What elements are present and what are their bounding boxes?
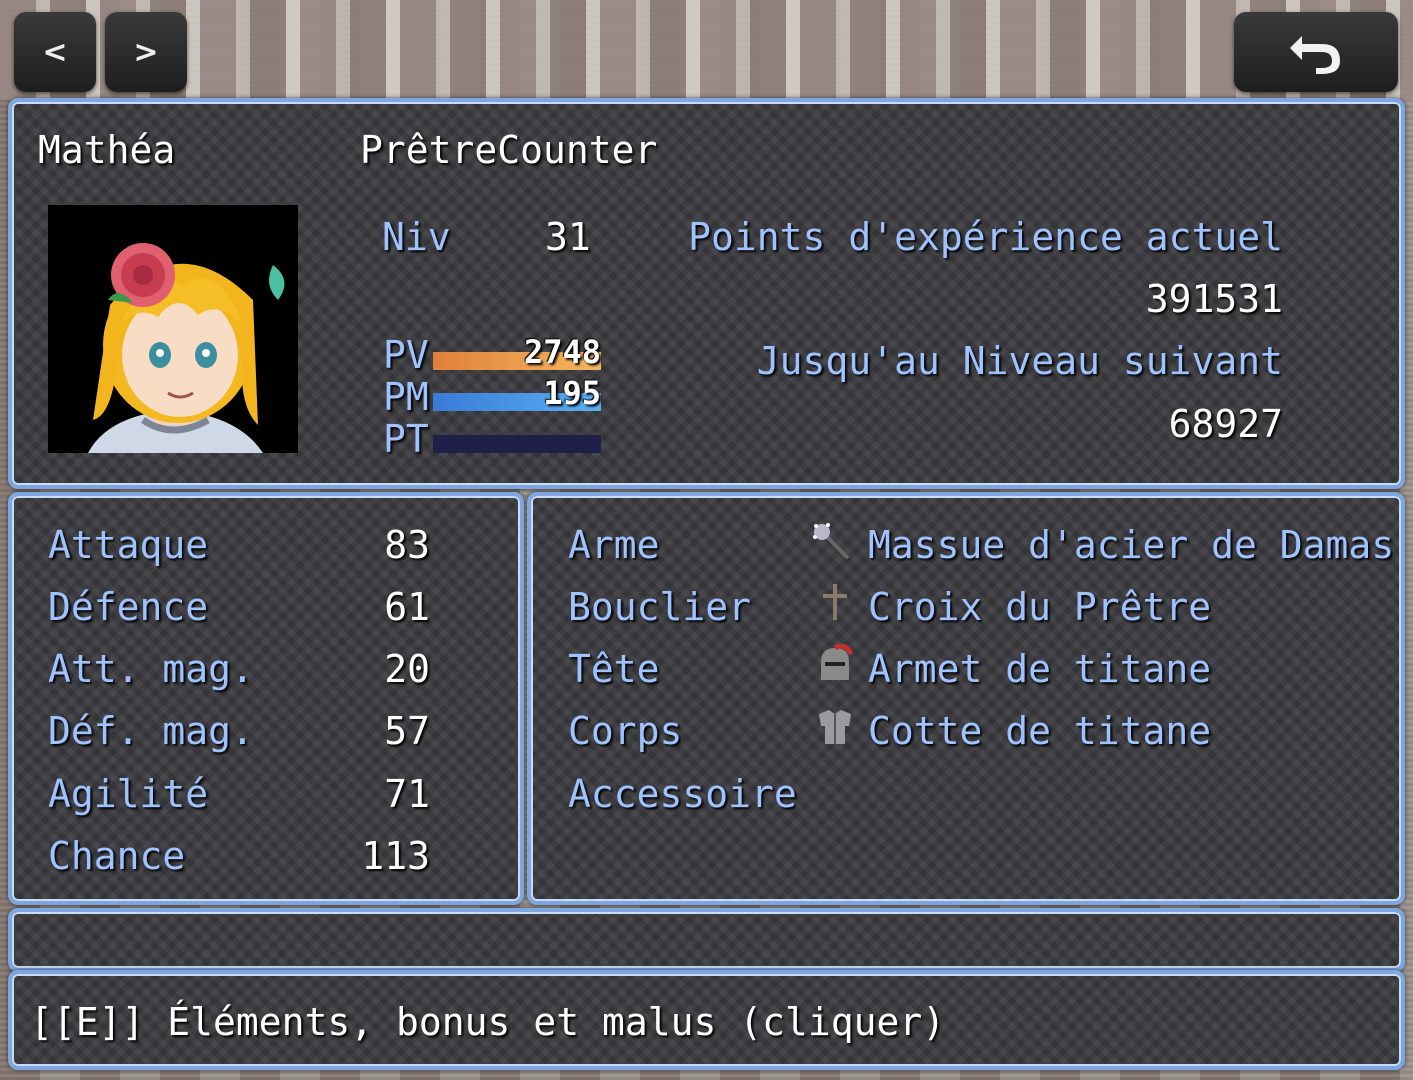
exp-value: 391531 (1145, 277, 1283, 321)
equip-item-name: Armet de titane (868, 647, 1212, 691)
helmet-icon (821, 644, 854, 680)
mp-value: 195 (543, 374, 601, 412)
param-label: Att. mag. (48, 647, 254, 691)
equip-item-name: Croix du Prêtre (868, 585, 1212, 629)
param-label: Attaque (48, 523, 209, 567)
param-value: 61 (384, 585, 430, 629)
next-level-label: Jusqu'au Niveau suivant (756, 339, 1283, 383)
help-text[interactable]: [[E]] Éléments, bonus et malus (cliquer) (30, 1003, 945, 1041)
equip-slot-label: Arme (568, 523, 660, 567)
param-label: Chance (48, 834, 186, 878)
param-label: Agilité (48, 772, 209, 816)
exp-label: Points d'expérience actuel (688, 215, 1283, 259)
equip-slot-label: Accessoire (568, 772, 797, 816)
actor-class: PrêtreCounter (360, 128, 658, 172)
equip-item-name: Cotte de titane (868, 709, 1212, 753)
param-label: Déf. mag. (48, 709, 254, 753)
tp-gauge (433, 435, 601, 453)
param-value: 57 (384, 709, 430, 753)
equip-item-name: Massue d'acier de Damas (868, 523, 1395, 567)
cross-icon (823, 584, 847, 620)
armor-icon (819, 710, 851, 744)
param-value: 113 (361, 834, 430, 878)
next-actor-button[interactable]: > (105, 12, 187, 92)
prev-actor-button[interactable]: < (14, 12, 96, 92)
mace-icon (813, 523, 850, 560)
equip-slot-label: Corps (568, 709, 683, 753)
actor-name: Mathéa (38, 128, 176, 172)
mp-label: PM (383, 375, 429, 419)
tp-label: PT (383, 417, 429, 461)
param-value: 83 (384, 523, 430, 567)
hp-label: PV (383, 333, 429, 377)
actor-portrait (48, 205, 298, 453)
param-label: Défence (48, 585, 209, 629)
undo-arrow-icon (1290, 36, 1340, 74)
info-window (8, 908, 1405, 972)
level-value: 31 (545, 215, 591, 259)
param-value: 20 (384, 647, 430, 691)
map-background (0, 0, 1413, 100)
param-value: 71 (384, 772, 430, 816)
equip-slot-label: Bouclier (568, 585, 752, 629)
equip-slot-label: Tête (568, 647, 660, 691)
back-button[interactable] (1234, 12, 1398, 92)
level-label: Niv (382, 215, 451, 259)
next-level-value: 68927 (1168, 402, 1283, 446)
hp-value: 2748 (523, 333, 601, 371)
